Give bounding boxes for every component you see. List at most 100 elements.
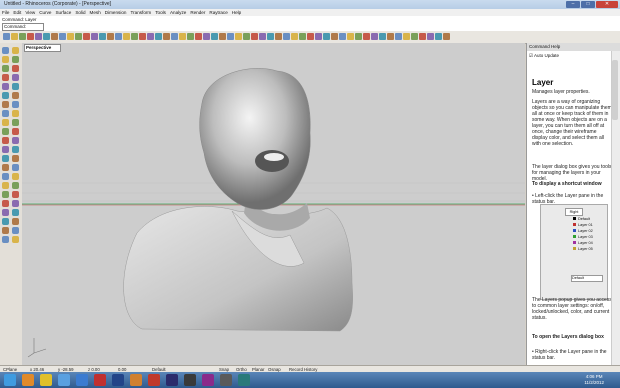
left-tool-icon[interactable] — [12, 164, 19, 171]
taskbar-app-icon[interactable] — [40, 374, 52, 386]
toolbar-tool-icon[interactable] — [59, 33, 66, 40]
left-tool-icon[interactable] — [2, 110, 9, 117]
toolbar-tool-icon[interactable] — [163, 33, 170, 40]
toolbar-tool-icon[interactable] — [299, 33, 306, 40]
left-tool-icon[interactable] — [12, 227, 19, 234]
taskbar-app-icon[interactable] — [22, 374, 34, 386]
toolbar-tool-icon[interactable] — [435, 33, 442, 40]
left-tool-icon[interactable] — [2, 200, 9, 207]
start-button[interactable] — [4, 374, 16, 386]
perspective-viewport[interactable]: Perspective — [22, 43, 525, 365]
toolbar-tool-icon[interactable] — [227, 33, 234, 40]
toolbar-tool-icon[interactable] — [115, 33, 122, 40]
close-button[interactable]: ✕ — [596, 1, 618, 8]
toolbar-tool-icon[interactable] — [19, 33, 26, 40]
menu-help[interactable]: Help — [232, 10, 241, 15]
toolbar-tool-icon[interactable] — [107, 33, 114, 40]
toolbar-tool-icon[interactable] — [131, 33, 138, 40]
menu-file[interactable]: File — [2, 10, 9, 15]
toolbar-tool-icon[interactable] — [67, 33, 74, 40]
toolbar-tool-icon[interactable] — [419, 33, 426, 40]
toolbar-tool-icon[interactable] — [219, 33, 226, 40]
toolbar-tool-icon[interactable] — [379, 33, 386, 40]
menu-surface[interactable]: Surface — [55, 10, 71, 15]
menu-mesh[interactable]: Mesh — [90, 10, 101, 15]
toolbar-tool-icon[interactable] — [211, 33, 218, 40]
taskbar-app-icon[interactable] — [238, 374, 250, 386]
menu-transform[interactable]: Transform — [130, 10, 151, 15]
toolbar-tool-icon[interactable] — [283, 33, 290, 40]
left-tool-icon[interactable] — [12, 83, 19, 90]
toolbar-tool-icon[interactable] — [275, 33, 282, 40]
left-tool-icon[interactable] — [2, 119, 9, 126]
left-tool-icon[interactable] — [2, 65, 9, 72]
toolbar-tool-icon[interactable] — [347, 33, 354, 40]
taskbar-app-icon[interactable] — [58, 374, 70, 386]
toolbar-tool-icon[interactable] — [187, 33, 194, 40]
toolbar-tool-icon[interactable] — [251, 33, 258, 40]
toolbar-tool-icon[interactable] — [331, 33, 338, 40]
toolbar-tool-icon[interactable] — [179, 33, 186, 40]
taskbar-app-icon[interactable] — [166, 374, 178, 386]
toolbar-tool-icon[interactable] — [203, 33, 210, 40]
toolbar-tool-icon[interactable] — [363, 33, 370, 40]
left-tool-icon[interactable] — [2, 173, 9, 180]
help-scrollbar-thumb[interactable] — [612, 60, 618, 120]
toolbar-tool-icon[interactable] — [267, 33, 274, 40]
toolbar-tool-icon[interactable] — [443, 33, 450, 40]
toolbar-tool-icon[interactable] — [339, 33, 346, 40]
toolbar-tool-icon[interactable] — [155, 33, 162, 40]
taskbar-app-icon[interactable] — [202, 374, 214, 386]
left-tool-icon[interactable] — [12, 101, 19, 108]
left-tool-icon[interactable] — [2, 47, 9, 54]
left-tool-icon[interactable] — [12, 47, 19, 54]
toolbar-tool-icon[interactable] — [235, 33, 242, 40]
toolbar-tool-icon[interactable] — [27, 33, 34, 40]
taskbar-app-icon[interactable] — [148, 374, 160, 386]
toolbar-tool-icon[interactable] — [35, 33, 42, 40]
taskbar-app-icon[interactable] — [112, 374, 124, 386]
taskbar-app-icon[interactable] — [220, 374, 232, 386]
taskbar-app-icon[interactable] — [184, 374, 196, 386]
left-tool-icon[interactable] — [12, 119, 19, 126]
toolbar-tool-icon[interactable] — [387, 33, 394, 40]
toolbar-tool-icon[interactable] — [147, 33, 154, 40]
toolbar-tool-icon[interactable] — [355, 33, 362, 40]
left-tool-icon[interactable] — [2, 137, 9, 144]
left-tool-icon[interactable] — [12, 92, 19, 99]
left-tool-icon[interactable] — [2, 236, 9, 243]
toolbar-tool-icon[interactable] — [11, 33, 18, 40]
toolbar-tool-icon[interactable] — [3, 33, 10, 40]
toolbar-tool-icon[interactable] — [99, 33, 106, 40]
toolbar-tool-icon[interactable] — [395, 33, 402, 40]
toolbar-tool-icon[interactable] — [91, 33, 98, 40]
taskbar-app-icon[interactable] — [94, 374, 106, 386]
command-input[interactable]: Command: — [2, 23, 44, 31]
menu-tools[interactable]: Tools — [155, 10, 166, 15]
toolbar-tool-icon[interactable] — [259, 33, 266, 40]
left-tool-icon[interactable] — [2, 74, 9, 81]
toolbar-tool-icon[interactable] — [291, 33, 298, 40]
left-tool-icon[interactable] — [12, 209, 19, 216]
left-tool-icon[interactable] — [12, 128, 19, 135]
toolbar-tool-icon[interactable] — [411, 33, 418, 40]
left-tool-icon[interactable] — [12, 182, 19, 189]
left-tool-icon[interactable] — [12, 155, 19, 162]
left-tool-icon[interactable] — [12, 236, 19, 243]
toolbar-tool-icon[interactable] — [323, 33, 330, 40]
menu-solid[interactable]: Solid — [75, 10, 85, 15]
left-tool-icon[interactable] — [2, 128, 9, 135]
toolbar-tool-icon[interactable] — [43, 33, 50, 40]
menu-raytrace[interactable]: Raytrace — [209, 10, 227, 15]
left-tool-icon[interactable] — [12, 218, 19, 225]
toolbar-tool-icon[interactable] — [403, 33, 410, 40]
left-tool-icon[interactable] — [2, 182, 9, 189]
left-tool-icon[interactable] — [2, 56, 9, 63]
left-tool-icon[interactable] — [2, 101, 9, 108]
left-tool-icon[interactable] — [12, 56, 19, 63]
auto-update-checkbox[interactable]: ☑ Auto Update — [529, 53, 559, 59]
left-tool-icon[interactable] — [2, 209, 9, 216]
toolbar-tool-icon[interactable] — [83, 33, 90, 40]
menu-render[interactable]: Render — [190, 10, 205, 15]
left-tool-icon[interactable] — [12, 146, 19, 153]
